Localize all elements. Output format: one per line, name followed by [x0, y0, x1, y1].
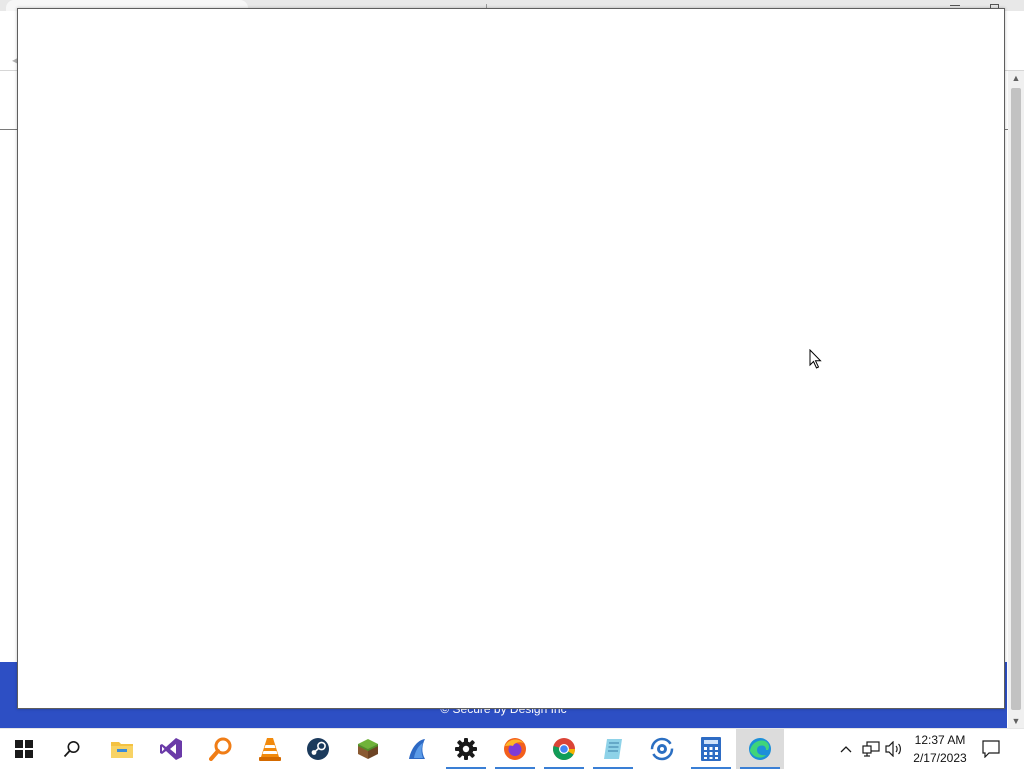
- calculator-icon: [701, 737, 721, 761]
- edge-button[interactable]: [736, 729, 784, 769]
- clock-date: 2/17/2023: [913, 751, 967, 765]
- windows-logo-icon: [15, 740, 33, 758]
- blue-bird-icon: [409, 739, 425, 759]
- clock-time: 12:37 AM: [914, 733, 966, 747]
- notepad-button[interactable]: [589, 729, 637, 769]
- magnifier-orange-icon: [209, 737, 232, 761]
- chrome-button[interactable]: [540, 729, 588, 769]
- search-icon: [63, 741, 80, 758]
- scroll-down-icon[interactable]: ▼: [1008, 716, 1024, 726]
- show-hidden-icons-button[interactable]: [836, 729, 856, 769]
- gear-icon: [455, 738, 477, 760]
- search-button[interactable]: [48, 729, 96, 769]
- notepad-icon: [604, 739, 622, 759]
- scroll-up-icon[interactable]: ▲: [1008, 73, 1024, 83]
- mouse-cursor-icon: [809, 349, 822, 369]
- minecraft-button[interactable]: [344, 729, 392, 769]
- minimize-icon[interactable]: [950, 5, 960, 6]
- app-button[interactable]: [393, 729, 441, 769]
- vertical-scrollbar[interactable]: ▲ ▼: [1008, 71, 1024, 728]
- scrollbar-thumb[interactable]: [1011, 88, 1021, 710]
- edge-icon: [749, 738, 771, 760]
- blank-popup-window[interactable]: [17, 8, 1005, 709]
- taskbar: 12:37 AM 2/17/2023: [0, 728, 1024, 769]
- search-tool-button[interactable]: [197, 729, 245, 769]
- vlc-cone-icon: [259, 738, 281, 761]
- settings-button[interactable]: [442, 729, 490, 769]
- action-center-button[interactable]: [980, 729, 1002, 769]
- system-clock[interactable]: 12:37 AM 2/17/2023: [904, 731, 976, 767]
- sync-circle-icon: [650, 737, 674, 761]
- notification-icon: [982, 740, 1000, 758]
- firefox-button[interactable]: [491, 729, 539, 769]
- steam-icon: [307, 738, 329, 760]
- vlc-button[interactable]: [246, 729, 294, 769]
- visual-studio-icon: [160, 738, 182, 760]
- volume-icon: [885, 741, 901, 757]
- network-button[interactable]: [860, 729, 882, 769]
- chevron-up-icon: [840, 746, 852, 753]
- network-icon: [862, 741, 880, 757]
- file-explorer-button[interactable]: [98, 729, 146, 769]
- grass-block-icon: [358, 739, 378, 759]
- folder-icon: [111, 742, 133, 758]
- volume-button[interactable]: [884, 729, 904, 769]
- chrome-icon: [553, 738, 575, 760]
- sync-app-button[interactable]: [638, 729, 686, 769]
- steam-button[interactable]: [294, 729, 342, 769]
- visual-studio-button[interactable]: [147, 729, 195, 769]
- calculator-button[interactable]: [687, 729, 735, 769]
- start-button[interactable]: [0, 729, 48, 769]
- firefox-icon: [504, 738, 526, 760]
